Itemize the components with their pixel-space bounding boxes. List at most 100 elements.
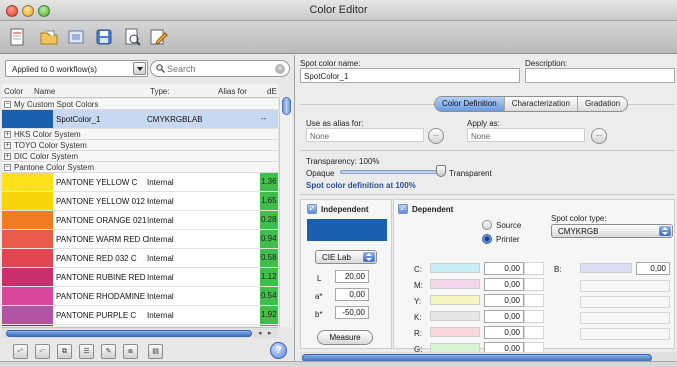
list-item[interactable]: PANTONE WARM RED C Internal 0.94 — [2, 230, 278, 249]
color-de: 0.54 — [260, 287, 278, 305]
color-de: 1.12 — [260, 268, 278, 286]
description-field[interactable] — [525, 68, 675, 83]
color-name: PANTONE PURPLE C — [56, 311, 137, 320]
lab-b-input[interactable]: -50,00 — [335, 306, 369, 319]
list-item[interactable]: PANTONE VIOLET CInternal2.09 — [2, 325, 278, 326]
col-name[interactable]: Name — [34, 87, 55, 96]
spot-name-field[interactable]: SpotColor_1 — [300, 68, 520, 83]
channel-input[interactable]: 0,00 — [484, 294, 524, 307]
channel-input[interactable]: 0,00 — [484, 262, 524, 275]
expand-icon[interactable]: + — [4, 142, 11, 149]
new-icon[interactable] — [7, 27, 27, 47]
lab-l-input[interactable]: 20,00 — [335, 270, 369, 283]
channel-input[interactable]: 0,00 — [484, 326, 524, 339]
expand-icon[interactable]: + — [4, 153, 11, 160]
list-item[interactable]: PANTONE RHODAMINE RED CInternal 0.54 — [2, 287, 278, 306]
group-dic[interactable]: + DIC Color System — [2, 151, 278, 162]
list-item[interactable]: PANTONE RED 032 C Internal 0.58 — [2, 249, 278, 268]
save-icon[interactable] — [94, 27, 114, 47]
tab-characterization[interactable]: Characterization — [505, 97, 578, 111]
collapse-icon[interactable]: − — [4, 101, 11, 108]
color-swatch — [2, 173, 53, 191]
color-swatch — [2, 211, 53, 229]
group-pantone[interactable]: − Pantone Color System — [2, 162, 278, 173]
col-type[interactable]: Type: — [150, 87, 170, 96]
chevron-down-icon[interactable] — [133, 62, 146, 75]
group-hks[interactable]: + HKS Color System — [2, 129, 278, 140]
scroll-right-icon[interactable]: ▸ — [268, 329, 272, 337]
status-bar — [0, 361, 677, 367]
channel-chip — [430, 279, 480, 289]
color-type: Internal — [147, 197, 174, 206]
color-list-pane: Applied to 0 workflow(s) × Color Name Ty… — [0, 55, 295, 367]
col-color[interactable]: Color — [4, 87, 23, 96]
source-radio[interactable] — [482, 220, 492, 230]
apply-field[interactable]: None — [467, 128, 585, 142]
source-label: Source — [496, 221, 522, 230]
color-type: Internal — [147, 235, 174, 244]
printer-radio[interactable] — [482, 234, 492, 244]
tab-color-definition[interactable]: Color Definition — [435, 97, 505, 111]
group-label: DIC Color System — [14, 152, 79, 161]
spot-name-value: SpotColor_1 — [304, 72, 349, 81]
col-de[interactable]: dE — [267, 87, 277, 96]
merge-icon[interactable]: ⧈ — [123, 344, 138, 359]
duplicate-icon[interactable]: ⧉ — [57, 344, 72, 359]
remove-color-icon[interactable]: ▫⁻ — [35, 344, 50, 359]
group-label: My Custom Spot Colors — [14, 100, 99, 109]
measure-button[interactable]: Measure — [317, 330, 373, 345]
independent-checkbox[interactable]: ✓ — [307, 204, 317, 214]
tab-gradation[interactable]: Gradation — [578, 97, 627, 111]
channel-input[interactable]: 0,00 — [484, 310, 524, 323]
help-icon[interactable]: ? — [270, 342, 287, 359]
list-view-icon[interactable]: ☰ — [79, 344, 94, 359]
color-space-select[interactable]: CIE Lab — [315, 250, 377, 264]
list-item[interactable]: PANTONE RUBINE RED C Internal 1.12 — [2, 268, 278, 287]
color-swatch — [2, 306, 53, 324]
col-alias[interactable]: Alias for — [218, 87, 247, 96]
alias-browse-button[interactable]: ... — [428, 128, 444, 144]
import-icon[interactable] — [66, 27, 86, 47]
color-type: Internal — [147, 311, 174, 320]
transparency-slider[interactable] — [340, 170, 440, 174]
clear-search-icon[interactable]: × — [275, 64, 285, 74]
expand-icon[interactable]: + — [4, 131, 11, 138]
apply-browse-button[interactable]: ... — [591, 128, 607, 144]
opaque-label: Opaque — [306, 169, 335, 178]
list-horizontal-scrollbar[interactable]: ◂ ▸ — [2, 327, 278, 338]
channel-chip — [430, 327, 480, 337]
edit-color-icon[interactable]: ✎ — [101, 344, 116, 359]
lab-a-input[interactable]: 0,00 — [335, 288, 369, 301]
spot-type-select[interactable]: CMYKRGB — [551, 224, 673, 238]
search-field[interactable]: × — [150, 60, 290, 77]
scroll-thumb[interactable] — [282, 97, 291, 115]
color-de: 1.65 — [260, 192, 278, 210]
collapse-icon[interactable]: − — [4, 164, 11, 171]
color-name: PANTONE RUBINE RED C — [56, 273, 148, 282]
list-item[interactable]: SpotColor_1 CMYKRGBLAB -- — [2, 110, 278, 129]
workflow-select[interactable]: Applied to 0 workflow(s) — [5, 60, 148, 77]
list-vertical-scrollbar[interactable] — [279, 97, 292, 327]
list-item[interactable]: PANTONE PURPLE C Internal 1.92 — [2, 306, 278, 325]
edit-icon[interactable] — [148, 27, 168, 47]
transparency-slider-knob[interactable] — [436, 165, 446, 177]
list-item[interactable]: PANTONE YELLOW 012 C Internal 1.65 — [2, 192, 278, 211]
scroll-left-icon[interactable]: ◂ — [258, 329, 262, 337]
scroll-thumb[interactable] — [6, 330, 252, 337]
list-header: Color Name Type: Alias for dE — [2, 84, 278, 98]
alias-field[interactable]: None — [306, 128, 424, 142]
channel-input[interactable]: 0,00 — [484, 278, 524, 291]
open-folder-icon[interactable] — [39, 27, 59, 47]
add-color-icon[interactable]: ▫⁺ — [13, 344, 28, 359]
color-de: -- — [261, 114, 267, 123]
group-custom[interactable]: − My Custom Spot Colors — [2, 99, 278, 110]
group-toyo[interactable]: + TOYO Color System — [2, 140, 278, 151]
preview-icon[interactable] — [122, 27, 142, 47]
list-item[interactable]: PANTONE YELLOW C Internal 1.36 — [2, 173, 278, 192]
dependent-checkbox[interactable]: ✓ — [398, 204, 408, 214]
channel-b-input[interactable]: 0,00 — [636, 262, 670, 275]
list-item[interactable]: PANTONE ORANGE 021 C Internal 0.28 — [2, 211, 278, 230]
title-bar: Color Editor — [0, 0, 677, 21]
search-input[interactable] — [167, 63, 267, 75]
library-icon[interactable]: ▤ — [148, 344, 163, 359]
